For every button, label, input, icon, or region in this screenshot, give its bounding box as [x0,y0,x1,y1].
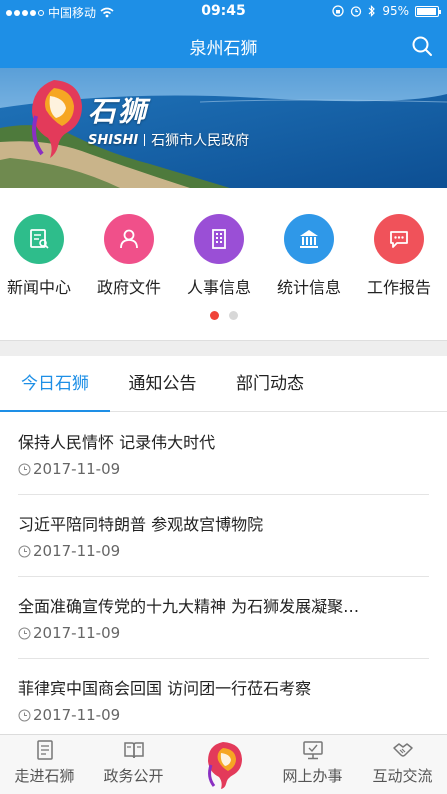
list-item[interactable]: 全面准确宣传党的十九大精神 为石狮发展凝聚… 2017-11-09 [0,577,447,659]
banner[interactable]: 石狮 SHISHI 石狮市人民政府 [0,68,447,188]
news-title: 保持人民情怀 记录伟大时代 [18,433,216,452]
quick-menu-news-center[interactable]: 新闻中心 [0,214,84,298]
battery-fill [417,7,436,15]
quick-menu-label: 新闻中心 [6,278,71,297]
news-date: 2017-11-09 [33,624,121,642]
tabbar-item-online-services[interactable]: 网上办事 [268,735,357,794]
news-meta: 2017-11-09 [18,460,120,478]
quick-menu-label: 统计信息 [276,278,341,297]
book-icon [123,742,144,759]
tabbar-item-gov-affairs[interactable]: 政务公开 [89,735,178,794]
battery-percent: 95% [382,4,409,18]
tabbar-label: 政务公开 [103,767,164,785]
banner-brand: 石狮 SHISHI 石狮市人民政府 [88,90,249,150]
status-right: 95% [332,4,441,18]
document-icon [36,740,53,760]
tab-today-shishi[interactable]: 今日石狮 [0,356,110,412]
search-icon[interactable] [411,35,433,57]
quick-menu-work-report[interactable]: 工作报告 [354,214,444,298]
orientation-lock-icon [332,5,344,17]
tabbar-label: 互动交流 [372,767,433,785]
building-icon [194,214,244,264]
shishi-logo-icon[interactable] [201,739,245,789]
bottom-tab-bar: 走进石狮 政务公开 网上办事 互动交流 [0,734,447,794]
brand-separator [144,134,146,146]
battery-icon [415,5,441,17]
clock-icon [18,545,31,557]
list-item[interactable]: 保持人民情怀 记录伟大时代 2017-11-09 [0,413,447,495]
government-name: 石狮市人民政府 [151,133,250,149]
tabbar-label: 网上办事 [282,767,343,785]
quick-menu-personnel-info[interactable]: 人事信息 [174,214,264,298]
header-bar: 泉州石狮 [0,24,447,68]
brand-row: SHISHI 石狮市人民政府 [88,130,249,150]
active-tab-underline [0,410,110,412]
list-item[interactable]: 习近平陪同特朗普 参观故宫博物院 2017-11-09 [0,495,447,577]
news-title: 习近平陪同特朗普 参观故宫博物院 [18,515,264,534]
news-list: 保持人民情怀 记录伟大时代 2017-11-09 习近平陪同特朗普 参观故宫博物… [0,413,447,741]
clock-icon [18,627,31,639]
news-icon [14,214,64,264]
pager-dot-active[interactable] [209,311,219,320]
status-bar: 中国移动 09:45 95% [0,0,447,24]
news-date: 2017-11-09 [33,706,121,724]
news-date: 2017-11-09 [33,460,121,478]
tab-department-news[interactable]: 部门动态 [215,356,325,412]
news-title: 全面准确宣传党的十九大精神 为石狮发展凝聚… [18,597,360,616]
person-icon [104,214,154,264]
quick-menu-gov-documents[interactable]: 政府文件 [84,214,174,298]
news-meta: 2017-11-09 [18,624,120,642]
pager-dot[interactable] [228,311,238,320]
tabbar-item-interaction[interactable]: 互动交流 [358,735,447,794]
news-date: 2017-11-09 [33,542,121,560]
news-title: 菲律宾中国商会回国 访问团一行莅石考察 [18,679,312,698]
shishi-lion-logo-icon [32,80,82,158]
monitor-icon [302,741,323,760]
chat-icon [374,214,424,264]
bluetooth-icon [368,5,376,17]
news-meta: 2017-11-09 [18,706,120,724]
alarm-icon [351,6,362,17]
tabbar-label: 走进石狮 [14,767,75,785]
tab-notices[interactable]: 通知公告 [110,356,215,412]
quick-menu-label: 政府文件 [96,278,161,297]
news-tabs: 今日石狮 通知公告 部门动态 [0,356,447,412]
carousel-pager [0,311,447,320]
quick-menu-label: 人事信息 [186,278,251,297]
brand-english: SHISHI [88,132,139,148]
clock-icon [18,709,31,721]
handshake-icon [392,743,413,757]
section-divider [0,340,447,356]
list-item[interactable]: 菲律宾中国商会回国 访问团一行莅石考察 2017-11-09 [0,659,447,741]
brand-chinese: 石狮 [88,95,149,128]
institution-icon [284,214,334,264]
tabbar-item-about[interactable]: 走进石狮 [0,735,89,794]
clock-icon [18,463,31,475]
quick-menu: 新闻中心 政府文件 人事信息 统计信息 工作报告 [0,188,447,340]
news-meta: 2017-11-09 [18,542,120,560]
quick-menu-statistics[interactable]: 统计信息 [264,214,354,298]
quick-menu-label: 工作报告 [366,278,431,297]
page-title: 泉州石狮 [189,38,258,59]
